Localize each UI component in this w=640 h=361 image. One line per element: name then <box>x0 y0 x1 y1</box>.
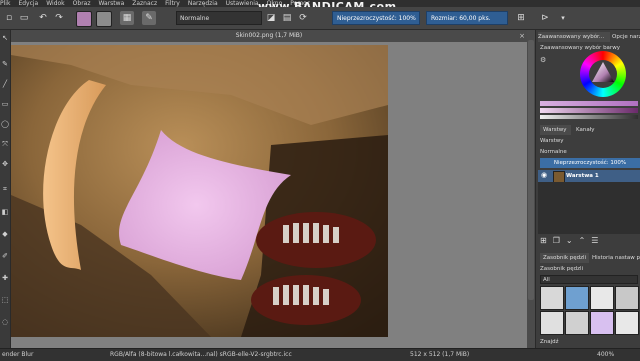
crop-tool-icon[interactable]: ⌗ <box>1 185 9 193</box>
menu-view[interactable]: Widok <box>46 0 64 7</box>
tab-channels[interactable]: Kanały <box>576 125 604 135</box>
layers-panel-title: Warstwy <box>540 138 564 144</box>
status-brush-name: ender Blur <box>2 351 34 358</box>
brush-presets-grid <box>540 286 640 336</box>
mirror-vertical-icon[interactable]: ⊳ <box>538 11 552 25</box>
duplicate-layer-icon[interactable]: ❐ <box>553 236 566 245</box>
freehand-brush-icon[interactable]: ✎ <box>1 60 9 68</box>
tab-advanced-color[interactable]: Zaawansowany wybór... <box>538 32 610 42</box>
reload-preset-icon[interactable]: ⟳ <box>296 11 310 25</box>
right-docker: Zaawansowany wybór... Opcje narz... Zaaw… <box>535 30 640 348</box>
menu-layer[interactable]: Warstwa <box>98 0 124 7</box>
color-wheel[interactable] <box>580 51 626 97</box>
menu-edit[interactable]: Edycja <box>18 0 38 7</box>
add-layer-icon[interactable]: ⊞ <box>540 236 553 245</box>
rectangle-tool-icon[interactable]: ▭ <box>1 100 9 108</box>
eraser-mode-icon[interactable]: ◪ <box>264 11 278 25</box>
status-bar: ender Blur RGB/Alfa (8-bitowa l.całkowit… <box>0 348 640 361</box>
foreground-color-swatch[interactable] <box>76 11 92 27</box>
layer-blend-mode[interactable]: Normalne <box>540 147 600 157</box>
canvas-artwork <box>11 45 388 337</box>
background-color-swatch[interactable] <box>96 11 112 27</box>
brush-preset-2[interactable] <box>565 286 589 310</box>
new-document-icon[interactable]: ▫ <box>2 11 16 25</box>
brush-tag-select[interactable]: All <box>540 275 638 284</box>
brush-tag-value: All <box>543 277 550 283</box>
select-shapes-icon[interactable]: ↖ <box>1 34 9 42</box>
brush-preset-4[interactable] <box>615 286 639 310</box>
ellipse-tool-icon[interactable]: ◯ <box>1 120 9 128</box>
layer-opacity-slider[interactable]: Nieprzezroczystość: 100% <box>540 158 640 168</box>
move-layer-up-icon[interactable]: ⌃ <box>579 236 592 245</box>
brush-preset-8[interactable] <box>615 311 639 335</box>
tab-tool-options[interactable]: Opcje narz... <box>612 32 640 42</box>
close-document-icon[interactable]: × <box>519 30 525 42</box>
status-color-info: RGB/Alfa (8-bitowa l.całkowita...nal) sR… <box>110 351 292 358</box>
brush-preset-icon[interactable]: ✎ <box>142 11 156 25</box>
move-layer-down-icon[interactable]: ⌄ <box>566 236 579 245</box>
gradient-tool-icon[interactable]: ◧ <box>1 208 9 216</box>
brush-panel-title: Zasobnik pędzli <box>540 266 584 272</box>
layer-row[interactable]: ◉ Warstwa 1 <box>538 170 640 183</box>
tab-brush-history[interactable]: Historia nastaw pędzli <box>592 253 640 263</box>
size-value: 60,00 pks. <box>459 15 491 22</box>
opacity-slider[interactable]: Nieprzezroczystość: 100% <box>332 11 420 25</box>
size-slider[interactable]: Rozmiar: 60,00 pks. <box>426 11 508 25</box>
fill-tool-icon[interactable]: ◆ <box>1 230 9 238</box>
brush-search-field[interactable]: Znajdź <box>540 337 580 347</box>
tab-brush-presets[interactable]: Zasobnik pędzli <box>540 253 589 263</box>
opacity-value: 100% <box>398 15 416 22</box>
open-document-icon[interactable]: ▭ <box>17 11 31 25</box>
color-picker-icon[interactable]: ✐ <box>1 252 9 260</box>
visibility-eye-icon[interactable]: ◉ <box>541 171 547 179</box>
opacity-label: Nieprzezroczystość: <box>337 15 397 22</box>
menu-file[interactable]: Plik <box>0 0 10 7</box>
canvas-scrollbar[interactable] <box>527 30 535 348</box>
color-strip-1[interactable] <box>540 101 638 106</box>
size-label: Rozmiar: <box>431 15 458 22</box>
pattern-icon[interactable]: ▦ <box>120 11 134 25</box>
status-zoom[interactable]: 400% <box>597 349 614 361</box>
status-image-size: 512 x 512 (1,7 MiB) <box>410 351 470 358</box>
color-triangle[interactable] <box>589 59 617 87</box>
document-title: Skin002.png (1,7 MiB) <box>235 32 303 39</box>
brush-preset-6[interactable] <box>565 311 589 335</box>
color-strip-2[interactable] <box>540 108 638 113</box>
scrollbar-thumb[interactable] <box>528 40 534 300</box>
blend-mode-select[interactable]: Normalne <box>176 11 262 25</box>
redo-icon[interactable]: ↷ <box>52 11 66 25</box>
layers-list-area <box>538 182 640 234</box>
layer-name: Warstwa 1 <box>566 173 599 179</box>
toolbar: ▫ ▭ ↶ ↷ ▦ ✎ Normalne ◪ ▤ ⟳ Nieprzezroczy… <box>0 7 640 30</box>
mirror-horizontal-icon[interactable]: ⊞ <box>514 11 528 25</box>
brush-preset-7[interactable] <box>590 311 614 335</box>
menu-settings[interactable]: Ustawienia <box>226 0 259 7</box>
menu-image[interactable]: Obraz <box>73 0 91 7</box>
undo-icon[interactable]: ↶ <box>36 11 50 25</box>
brush-preset-5[interactable] <box>540 311 564 335</box>
menu-tools[interactable]: Narzędzia <box>188 0 218 7</box>
settings-icon[interactable]: ⚙ <box>540 56 548 64</box>
preserve-alpha-icon[interactable]: ▤ <box>280 11 294 25</box>
line-tool-icon[interactable]: ╱ <box>1 80 9 88</box>
color-panel-title: Zaawansowany wybór barwy <box>540 45 620 51</box>
brush-preset-3[interactable] <box>590 286 614 310</box>
menu-filters[interactable]: Filtry <box>165 0 180 7</box>
brush-preset-1[interactable] <box>540 286 564 310</box>
menu-select[interactable]: Zaznacz <box>132 0 157 7</box>
ellipse-select-icon[interactable]: ◌ <box>1 318 9 326</box>
tab-layers[interactable]: Warstwy <box>540 125 571 135</box>
toolbox: ↖ ✎ ╱ ▭ ◯ ⤧ ✥ ⌗ ◧ ◆ ✐ ✚ ⬚ ◌ <box>0 30 11 348</box>
move-tool-icon[interactable]: ✥ <box>1 160 9 168</box>
dropdown-chevron-icon[interactable]: ▾ <box>556 11 570 25</box>
canvas-image[interactable] <box>11 45 388 337</box>
color-strip-3[interactable] <box>540 115 638 119</box>
layer-actions: ⊞❐⌄⌃☰ <box>540 236 604 245</box>
layer-properties-icon[interactable]: ☰ <box>591 236 604 245</box>
rect-select-icon[interactable]: ⬚ <box>1 296 9 304</box>
transform-tool-icon[interactable]: ⤧ <box>1 140 9 148</box>
document-tab[interactable]: Skin002.png (1,7 MiB) × <box>11 30 527 42</box>
smart-patch-icon[interactable]: ✚ <box>1 274 9 282</box>
